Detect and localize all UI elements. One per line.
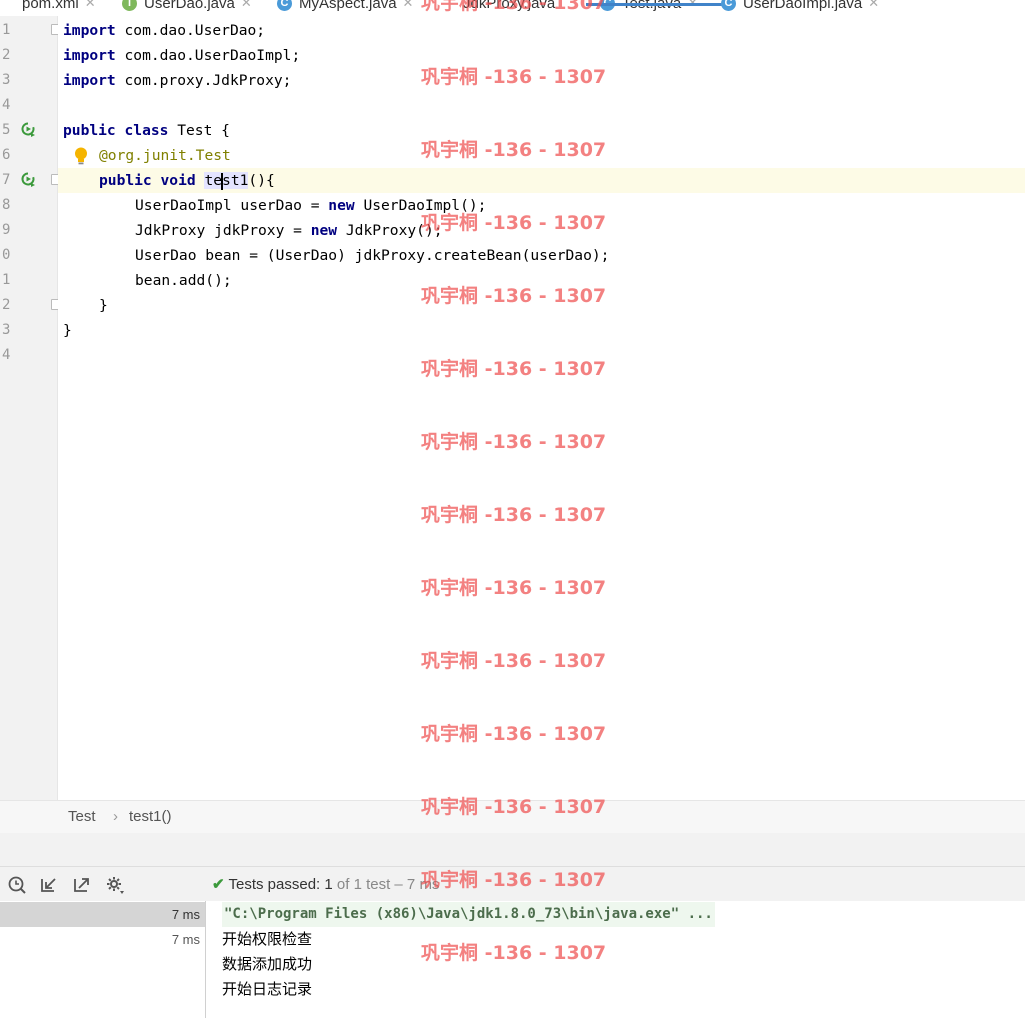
line-number: 5 bbox=[2, 122, 11, 138]
watermark-text: 巩宇桐 -136 - 1307 bbox=[421, 942, 607, 964]
watermark-text: 巩宇桐 -136 - 1307 bbox=[421, 431, 607, 453]
line-number: 8 bbox=[2, 197, 11, 213]
code-text: com.dao.UserDaoImpl; bbox=[115, 47, 301, 64]
line-number: 3 bbox=[2, 72, 11, 88]
tab-pom-xml[interactable]: pom.xml ✕ bbox=[0, 0, 96, 16]
run-test-icon[interactable] bbox=[20, 171, 36, 187]
console-command-line: "C:\Program Files (x86)\Java\jdk1.8.0_73… bbox=[222, 902, 715, 927]
watermark-text: 巩宇桐 -136 - 1307 bbox=[421, 139, 607, 161]
test-tree-row[interactable]: 7 ms bbox=[0, 902, 205, 927]
watermark-text: 巩宇桐 -136 - 1307 bbox=[421, 212, 607, 234]
close-icon[interactable]: ✕ bbox=[241, 0, 252, 11]
close-icon[interactable]: ✕ bbox=[687, 0, 698, 11]
keyword: new bbox=[328, 197, 355, 214]
class-icon: C bbox=[277, 0, 292, 11]
line-number: 6 bbox=[2, 147, 11, 163]
tab-label: Test.java bbox=[622, 0, 682, 12]
keyword: new bbox=[310, 222, 338, 239]
tab-userdao-java[interactable]: I UserDao.java ✕ bbox=[122, 0, 252, 16]
line-number: 9 bbox=[2, 222, 11, 238]
annotation-name: Test bbox=[195, 147, 231, 164]
code-line: UserDao bean = (UserDao) jdkProxy.create… bbox=[135, 247, 610, 264]
console-line: 数据添加成功 bbox=[222, 955, 313, 973]
console-line: 开始日志记录 bbox=[222, 980, 313, 998]
check-icon: ✔ bbox=[212, 876, 225, 893]
code-text: com.proxy.JdkProxy; bbox=[115, 72, 292, 89]
tab-label: UserDaoImpl.java bbox=[743, 0, 863, 12]
identifier-part: st1 bbox=[222, 172, 249, 189]
line-number: 1 bbox=[2, 272, 11, 288]
watermark-text: 巩宇桐 -136 - 1307 bbox=[421, 285, 607, 307]
code-text: Test { bbox=[168, 122, 230, 139]
keyword: public bbox=[63, 122, 116, 139]
line-number: 4 bbox=[2, 347, 11, 363]
gear-icon[interactable] bbox=[105, 875, 125, 895]
breadcrumb-item-method[interactable]: test1() bbox=[129, 808, 172, 825]
watermark-text: 巩宇桐 -136 - 1307 bbox=[421, 504, 607, 526]
class-icon: C bbox=[721, 0, 736, 11]
test-status: ✔ Tests passed: 1 of 1 test – 7 ms bbox=[212, 875, 439, 893]
export-tests-icon[interactable] bbox=[72, 875, 92, 895]
breadcrumb-item-class[interactable]: Test bbox=[68, 808, 96, 825]
line-number: 3 bbox=[2, 322, 11, 338]
editor-gutter[interactable]: 1 2 3 4 5 6 7 8 9 0 1 2 3 4 bbox=[0, 16, 62, 800]
console-line: 开始权限检查 bbox=[222, 930, 313, 948]
current-code-line: public void test1(){ bbox=[58, 168, 1025, 193]
interface-icon: I bbox=[122, 0, 137, 11]
code-editor[interactable]: import com.dao.UserDao; import com.dao.U… bbox=[58, 16, 1025, 800]
method-identifier: test1 bbox=[204, 172, 249, 190]
watermark-text: 巩宇桐 -136 - 1307 bbox=[421, 723, 607, 745]
test-tree-row[interactable]: 7 ms bbox=[0, 927, 205, 952]
watermark-text: 巩宇桐 -136 - 1307 bbox=[421, 66, 607, 88]
search-history-icon[interactable] bbox=[7, 875, 27, 895]
close-icon[interactable]: ✕ bbox=[403, 0, 414, 11]
import-tests-icon[interactable] bbox=[39, 875, 59, 895]
test-results-tree: 7 ms 7 ms bbox=[0, 901, 206, 1018]
test-duration: 7 ms bbox=[171, 907, 200, 922]
tab-label: pom.xml bbox=[22, 0, 79, 12]
annotation-prefix: @org.junit. bbox=[99, 147, 196, 164]
keyword: import bbox=[63, 72, 116, 89]
watermark-text: 巩宇桐 -136 - 1307 bbox=[421, 577, 607, 599]
test-duration: 7 ms bbox=[171, 932, 200, 947]
keyword: void bbox=[160, 172, 196, 189]
watermark-text: 巩宇桐 -136 - 1307 bbox=[421, 650, 607, 672]
code-line: } bbox=[63, 322, 72, 339]
code-text: (){ bbox=[248, 172, 275, 189]
tab-label: MyAspect.java bbox=[299, 0, 397, 12]
passed-count: 1 bbox=[324, 876, 333, 893]
watermark-text: 巩宇桐 -136 - 1307 bbox=[421, 0, 607, 14]
tab-test-java[interactable]: C Test.java ✕ bbox=[585, 0, 725, 16]
keyword: public bbox=[99, 172, 152, 189]
line-number: 4 bbox=[2, 97, 11, 113]
close-icon[interactable]: ✕ bbox=[868, 0, 879, 11]
console-output[interactable]: "C:\Program Files (x86)\Java\jdk1.8.0_73… bbox=[207, 901, 1025, 1018]
keyword: import bbox=[63, 47, 116, 64]
tab-userdaoimpl-java[interactable]: C UserDaoImpl.java ✕ bbox=[721, 0, 879, 16]
line-number: 1 bbox=[2, 22, 11, 38]
line-number: 0 bbox=[2, 247, 11, 263]
tab-myaspect-java[interactable]: C MyAspect.java ✕ bbox=[277, 0, 413, 16]
close-icon[interactable]: ✕ bbox=[85, 0, 96, 11]
run-panel-header bbox=[0, 833, 1025, 867]
identifier-part: te bbox=[204, 172, 223, 189]
tab-label: UserDao.java bbox=[144, 0, 235, 12]
watermark-text: 巩宇桐 -136 - 1307 bbox=[421, 869, 607, 891]
line-number: 2 bbox=[2, 297, 11, 313]
status-prefix: Tests passed: bbox=[228, 876, 325, 893]
watermark-text: 巩宇桐 -136 - 1307 bbox=[421, 796, 607, 818]
keyword: import bbox=[63, 22, 116, 39]
line-number: 2 bbox=[2, 47, 11, 63]
code-text: UserDaoImpl userDao = bbox=[135, 197, 329, 214]
keyword: class bbox=[124, 122, 169, 139]
code-text: com.dao.UserDao; bbox=[115, 22, 266, 39]
breadcrumb-separator: › bbox=[113, 808, 118, 825]
run-test-icon[interactable] bbox=[20, 121, 36, 137]
code-line: import com.dao.UserDao; bbox=[63, 18, 1025, 43]
code-text: JdkProxy jdkProxy = bbox=[135, 222, 311, 239]
lightbulb-icon[interactable] bbox=[74, 147, 88, 165]
line-number: 7 bbox=[2, 172, 11, 188]
watermark-text: 巩宇桐 -136 - 1307 bbox=[421, 358, 607, 380]
